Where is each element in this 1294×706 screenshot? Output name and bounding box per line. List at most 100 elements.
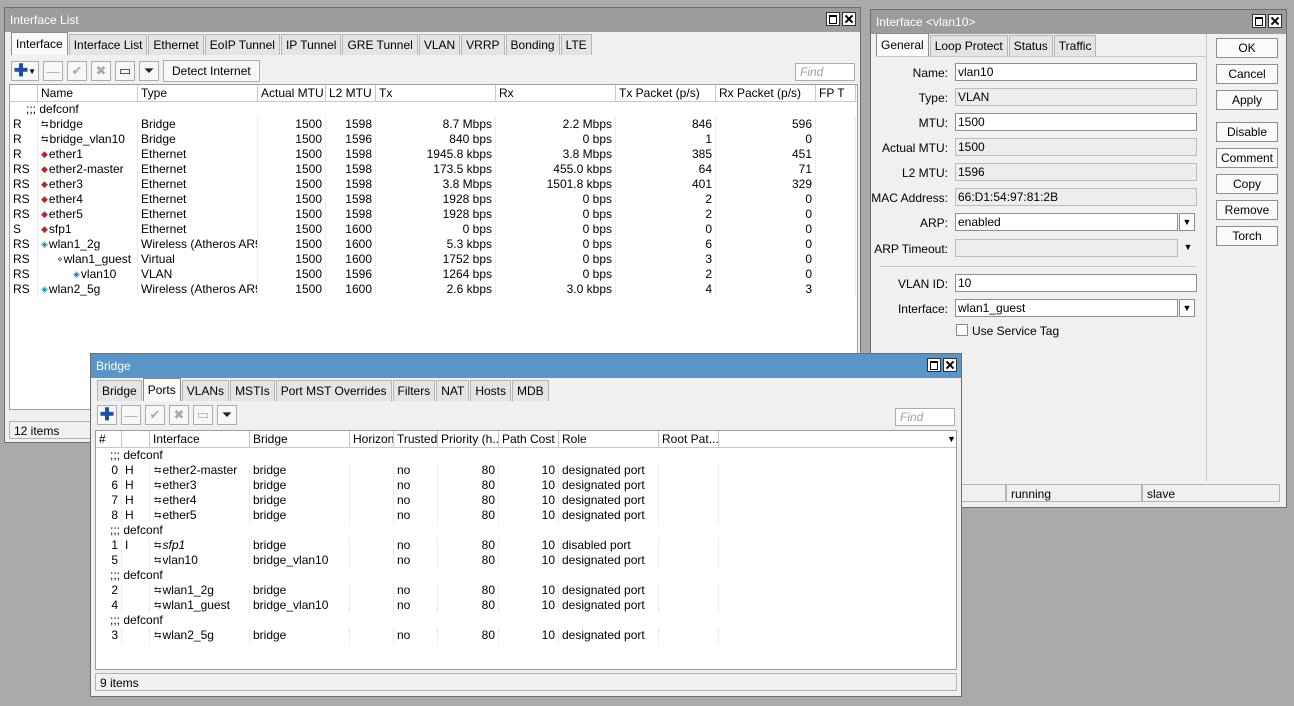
tab-bridge[interactable]: Bridge (97, 380, 142, 401)
close-icon[interactable] (842, 12, 856, 26)
table-row[interactable]: 8 H ⇆ ether5 bridge no 80 10 designated port (96, 508, 956, 523)
filter-button[interactable]: ⏷ (217, 405, 237, 425)
close-icon[interactable] (1268, 14, 1282, 28)
arp-timeout-dropdown-button[interactable]: ▼ (1180, 239, 1196, 257)
column-header-horizon[interactable]: Horizon (350, 431, 394, 447)
column-header-bridge[interactable]: Bridge (250, 431, 350, 447)
column-header-interface[interactable]: Interface (150, 431, 250, 447)
interface-dropdown-button[interactable]: ▼ (1179, 299, 1195, 317)
comment-row[interactable]: ;;; defconf (96, 448, 956, 463)
column-header-path-cost[interactable]: Path Cost (499, 431, 559, 447)
tab-traffic[interactable]: Traffic (1053, 35, 1097, 56)
tab-vlans[interactable]: VLANs (181, 380, 230, 401)
table-row[interactable]: 2 ⇆ wlan1_2g bridge no 80 10 designated port (96, 583, 956, 598)
column-header-tx[interactable]: Tx (376, 85, 496, 101)
tab-gre-tunnel[interactable]: GRE Tunnel (342, 34, 418, 55)
column-header-flags[interactable]: # (96, 431, 122, 447)
tab-loop-protect[interactable]: Loop Protect (929, 35, 1008, 56)
table-row[interactable]: 1 I ⇆ sfp1 bridge no 80 10 disabled port (96, 538, 956, 553)
tab-vlan[interactable]: VLAN (418, 34, 461, 55)
table-row[interactable]: RS ◆ ether4 Ethernet 1500 1598 1928 bps 0 bps 2 0 (10, 192, 857, 207)
tab-mstis[interactable]: MSTIs (230, 380, 275, 401)
remove-button[interactable]: Remove (1216, 200, 1278, 220)
tab-eoip-tunnel[interactable]: EoIP Tunnel (204, 34, 280, 55)
comment-row[interactable]: ;;; defconf (96, 613, 956, 628)
column-header-rx[interactable]: Rx (496, 85, 616, 101)
vlan-window-titlebar[interactable]: Interface <vlan10> (871, 10, 1286, 34)
table-row[interactable]: RS ◈ vlan10 VLAN 1500 1596 1264 bps 0 bps 2 0 (10, 267, 857, 282)
tab-general[interactable]: General (876, 33, 929, 56)
torch-button[interactable]: Torch (1216, 226, 1278, 246)
arp-dropdown-button[interactable]: ▼ (1179, 213, 1195, 231)
add-button[interactable]: ✚ (97, 405, 117, 425)
tab-mdb[interactable]: MDB (512, 380, 549, 401)
column-header-fp-t[interactable]: FP T (816, 85, 856, 101)
interface-list-titlebar[interactable]: Interface List (5, 8, 860, 32)
tab-hosts[interactable]: Hosts (470, 380, 512, 401)
interface-select[interactable]: wlan1_guest (955, 299, 1178, 317)
tab-nat[interactable]: NAT (436, 380, 470, 401)
comment-button[interactable]: ▭ (193, 405, 213, 425)
column-chooser-icon[interactable]: ▼ (856, 85, 857, 101)
disable-button[interactable]: ✖ (169, 405, 189, 425)
use-service-tag-checkbox[interactable] (956, 324, 968, 336)
table-row[interactable]: RS ◆ ether2-master Ethernet 1500 1598 173.5 kb… (10, 162, 857, 177)
tab-interface-list[interactable]: Interface List (68, 34, 148, 55)
column-header-rx-packet-p-s[interactable]: Rx Packet (p/s) (716, 85, 816, 101)
enable-button[interactable]: ✔ (67, 61, 87, 81)
close-icon[interactable] (943, 358, 957, 372)
maximize-icon[interactable] (1252, 14, 1266, 28)
maximize-icon[interactable] (927, 358, 941, 372)
column-header-trusted[interactable]: Trusted (394, 431, 438, 447)
remove-button[interactable]: — (43, 61, 63, 81)
comment-row[interactable]: ;;; defconf (96, 523, 956, 538)
arp-timeout-input[interactable] (955, 239, 1178, 257)
apply-button[interactable]: Apply (1216, 90, 1278, 110)
column-header-actual-mtu[interactable]: Actual MTU (258, 85, 326, 101)
copy-button[interactable]: Copy (1216, 174, 1278, 194)
column-header-l2-mtu[interactable]: L2 MTU (326, 85, 376, 101)
table-row[interactable]: RS ◆ ether5 Ethernet 1500 1598 1928 bps 0 bps 2 0 (10, 207, 857, 222)
table-row[interactable]: RS◈wlan1_2gWireless (Atheros AR9...15001… (10, 237, 857, 252)
comment-button[interactable]: ▭ (115, 61, 135, 81)
comment-row[interactable]: ;;; defconf (10, 102, 857, 117)
column-header-tx-packet-p-s[interactable]: Tx Packet (p/s) (616, 85, 716, 101)
tab-lte[interactable]: LTE (560, 34, 592, 55)
tab-bonding[interactable]: Bonding (505, 34, 560, 55)
enable-button[interactable]: ✔ (145, 405, 165, 425)
column-header-priority-h[interactable]: Priority (h... (438, 431, 499, 447)
tab-port-mst-overrides[interactable]: Port MST Overrides (275, 380, 392, 401)
vlan-id-input[interactable]: 10 (955, 274, 1197, 292)
table-row[interactable]: R ⇆ bridge_vlan10 Bridge 1500 1596 840 bps 0 bp… (10, 132, 857, 147)
name-input[interactable]: vlan10 (955, 63, 1197, 81)
cancel-button[interactable]: Cancel (1216, 64, 1278, 84)
column-header-root-pat[interactable]: Root Pat... (659, 431, 719, 447)
table-row[interactable]: 3 ⇆ wlan2_5g bridge no 80 10 designated port (96, 628, 956, 643)
arp-select[interactable]: enabled (955, 213, 1178, 231)
bridge-find-input[interactable]: Find (895, 408, 955, 426)
table-row[interactable]: 0 H ⇆ ether2-master bridge no 80 10 designated p… (96, 463, 956, 478)
tab-status[interactable]: Status (1008, 35, 1053, 56)
table-row[interactable]: RS ◆ ether3 Ethernet 1500 1598 3.8 Mbps 1501.8 … (10, 177, 857, 192)
tab-vrrp[interactable]: VRRP (461, 34, 505, 55)
table-row[interactable]: RS◈wlan2_5gWireless (Atheros AR9...15001… (10, 282, 857, 297)
table-row[interactable]: S ◆ sfp1 Ethernet 1500 1600 0 bps 0 bps 0 0 (10, 222, 857, 237)
tab-interface[interactable]: Interface (11, 32, 68, 55)
maximize-icon[interactable] (826, 12, 840, 26)
remove-button[interactable]: — (121, 405, 141, 425)
column-header-flags[interactable] (10, 85, 38, 101)
table-row[interactable]: R ◆ ether1 Ethernet 1500 1598 1945.8 kbps 3.8 M… (10, 147, 857, 162)
disable-button[interactable]: ✖ (91, 61, 111, 81)
table-row[interactable]: 7 H ⇆ ether4 bridge no 80 10 designated port (96, 493, 956, 508)
add-button[interactable]: ✚ ▼ (11, 61, 39, 81)
table-row[interactable]: 4 ⇆ wlan1_guest bridge_vlan10 no 80 10 designat… (96, 598, 956, 613)
tab-ports[interactable]: Ports (142, 378, 181, 401)
mtu-input[interactable]: 1500 (955, 113, 1197, 131)
filter-button[interactable]: ⏷ (139, 61, 159, 81)
tab-ethernet[interactable]: Ethernet (148, 34, 204, 55)
column-header-role[interactable]: Role (559, 431, 659, 447)
column-header-flags[interactable] (122, 431, 150, 447)
table-row[interactable]: R ⇆ bridge Bridge 1500 1598 8.7 Mbps 2.2 Mbps 84… (10, 117, 857, 132)
column-header-name[interactable]: Name (38, 85, 138, 101)
column-header-type[interactable]: Type (138, 85, 258, 101)
